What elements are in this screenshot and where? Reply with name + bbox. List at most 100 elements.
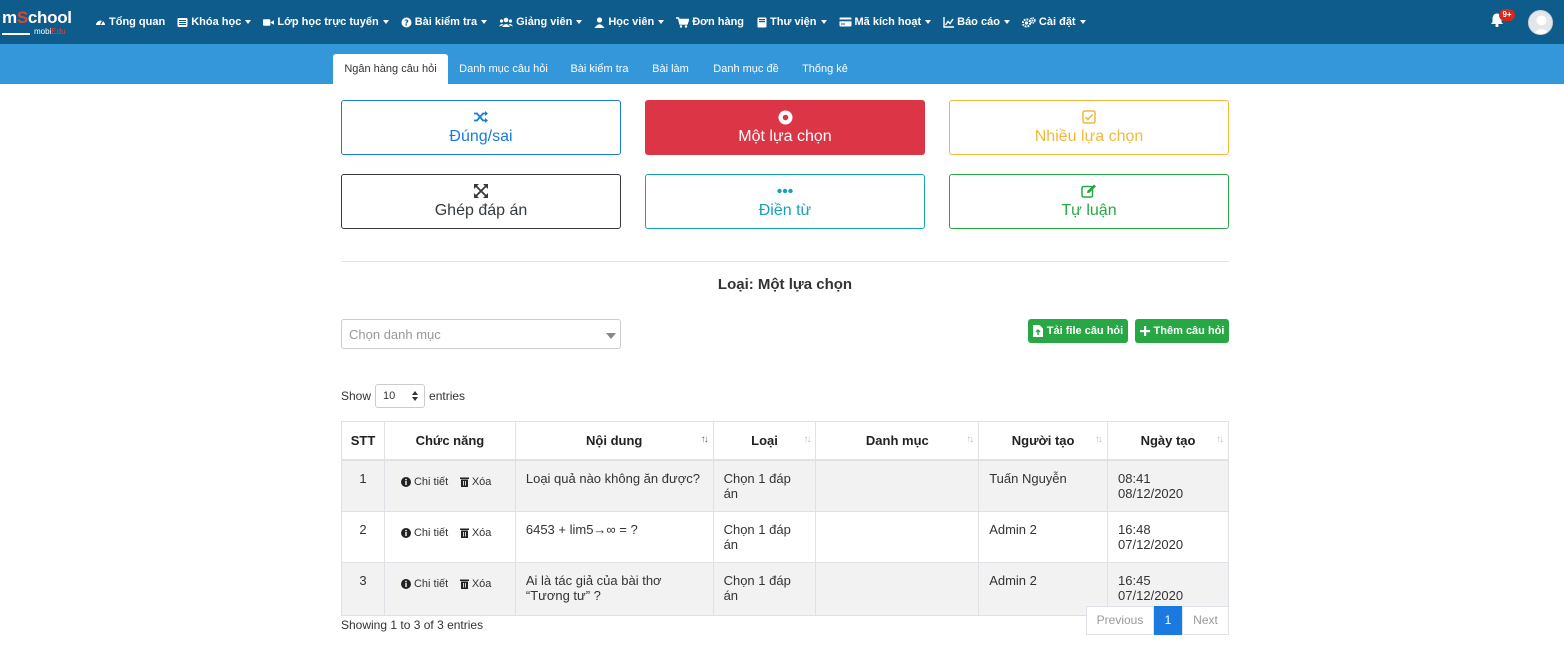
logo-part-m: m xyxy=(2,8,17,27)
menu-label: Lớp học trực tuyến xyxy=(277,16,379,28)
next-page-button[interactable]: Next xyxy=(1182,606,1229,635)
chart-icon xyxy=(943,16,955,28)
menu-label: Giảng viên xyxy=(516,16,573,28)
menu-item-tong-quan[interactable]: Tổng quan xyxy=(95,16,165,28)
sort-icon: ↑↓ xyxy=(966,434,974,445)
type-button-dung-sai[interactable]: Đúng/sai xyxy=(341,100,621,155)
table-length-control: Show 10 entries xyxy=(341,384,465,408)
svg-text:?: ? xyxy=(404,18,409,27)
column-header-nguoi-tao[interactable]: Người tạo ↑↓ xyxy=(978,421,1109,461)
avatar[interactable] xyxy=(1528,10,1553,35)
header-label: Danh mục xyxy=(865,432,929,448)
header-label: Chức năng xyxy=(415,432,485,448)
tab-ngan-hang-cau-hoi[interactable]: Ngân hàng câu hỏi xyxy=(333,54,448,84)
video-icon xyxy=(263,17,275,28)
delete-button[interactable]: Xóa xyxy=(459,578,491,590)
upload-button-label: Tải file câu hỏi xyxy=(1046,325,1124,337)
column-header-ngay-tao[interactable]: Ngày tạo ↑↓ xyxy=(1107,421,1229,461)
detail-label: Chi tiết xyxy=(413,475,449,488)
upload-question-file-button[interactable]: Tải file câu hỏi xyxy=(1028,319,1128,343)
length-prefix: Show xyxy=(341,389,372,403)
logo-sub-edu: Edu xyxy=(51,27,66,36)
chevron-down-icon xyxy=(820,20,827,24)
column-header-danh-muc[interactable]: Danh mục ↑↓ xyxy=(815,421,980,461)
column-header-loai[interactable]: Loại ↑↓ xyxy=(712,421,817,461)
header-label: Ngày tạo xyxy=(1140,432,1196,448)
column-header-noi-dung[interactable]: Nội dung ↑↓ xyxy=(514,421,714,461)
logo-text: mSchool xyxy=(2,8,72,28)
chevron-down-icon xyxy=(382,20,389,24)
type-button-label: Đúng/sai xyxy=(449,128,513,145)
add-question-button[interactable]: Thêm câu hỏi xyxy=(1135,319,1229,343)
tab-bai-lam[interactable]: Bài làm xyxy=(644,54,697,84)
type-button-label: Tự luận xyxy=(1061,202,1117,219)
detail-button[interactable]: Chi tiết xyxy=(400,577,449,590)
chevron-down-icon xyxy=(481,20,488,24)
info-icon xyxy=(400,578,411,589)
add-button-label: Thêm câu hỏi xyxy=(1153,325,1225,337)
tab-bai-kiem-tra[interactable]: Bài kiểm tra xyxy=(562,54,637,84)
notification-badge: 9+ xyxy=(1499,9,1515,21)
delete-label: Xóa xyxy=(471,475,492,488)
tab-thong-ke[interactable]: Thống kê xyxy=(794,54,856,84)
menu-item-khoa-hoc[interactable]: Khóa học xyxy=(177,16,252,28)
book-icon xyxy=(756,17,767,28)
chevron-down-icon xyxy=(925,20,932,24)
type-button-ghep-dap-an[interactable]: Ghép đáp án xyxy=(341,174,621,229)
cell-stt: 2 xyxy=(341,510,385,563)
question-icon: ? xyxy=(401,17,412,28)
expand-icon xyxy=(473,183,489,199)
menu-item-lop-hoc-truc-tuyen[interactable]: Lớp học trực tuyến xyxy=(263,16,389,28)
menu-item-bao-cao[interactable]: Báo cáo xyxy=(943,16,1010,28)
page-button-current[interactable]: 1 xyxy=(1154,606,1182,635)
users-icon xyxy=(499,17,514,28)
detail-button[interactable]: Chi tiết xyxy=(400,527,448,539)
delete-button[interactable]: Xóa xyxy=(459,527,491,539)
menu-label: Học viên xyxy=(608,16,655,28)
category-select[interactable]: Chọn danh mục xyxy=(341,319,621,349)
cell-actions: Chi tiết Xóa xyxy=(383,459,516,512)
detail-button[interactable]: Chi tiết xyxy=(400,475,449,488)
file-upload-icon xyxy=(1032,325,1043,337)
cell-category xyxy=(815,459,980,512)
previous-page-button[interactable]: Previous xyxy=(1086,606,1154,635)
sub-navbar: Ngân hàng câu hỏi Danh mục câu hỏi Bài k… xyxy=(0,44,1564,84)
logo-underline xyxy=(2,33,30,35)
trash-icon xyxy=(459,579,469,589)
menu-label: Mã kích hoạt xyxy=(854,16,922,28)
type-button-mot-lua-chon[interactable]: Một lựa chọn xyxy=(645,100,925,155)
menu-label: Cài đặt xyxy=(1038,16,1076,28)
column-header-stt[interactable]: STT xyxy=(341,421,385,461)
type-button-tu-luan[interactable]: Tự luận xyxy=(949,174,1229,229)
menu-item-hoc-vien[interactable]: Học viên xyxy=(594,16,665,28)
menu-label: Bài kiểm tra xyxy=(414,16,478,28)
cell-category xyxy=(815,510,980,563)
tab-danh-muc-de[interactable]: Danh mục đề xyxy=(705,54,787,84)
page-length-select[interactable]: 10 xyxy=(375,384,426,408)
delete-button[interactable]: Xóa xyxy=(459,475,492,488)
sort-icon: ↑↓ xyxy=(700,434,709,445)
chevron-down-icon xyxy=(245,20,252,24)
column-header-chuc-nang[interactable]: Chức năng xyxy=(383,421,516,461)
menu-label: Khóa học xyxy=(191,16,242,28)
top-navbar: mSchool mobiEdu Tổng quan Khóa học Lớp h… xyxy=(0,0,1564,44)
brand-logo[interactable]: mSchool mobiEdu xyxy=(0,6,80,38)
cart-icon xyxy=(676,16,690,28)
dot-circle-icon xyxy=(777,109,793,125)
type-button-nhieu-lua-chon[interactable]: Nhiều lựa chọn xyxy=(949,100,1229,155)
menu-item-cai-dat[interactable]: Cài đặt xyxy=(1021,16,1086,28)
cell-actions: Chi tiết Xóa xyxy=(383,561,516,616)
menu-item-thu-vien[interactable]: Thư viện xyxy=(756,16,827,28)
trash-icon xyxy=(459,528,469,538)
type-button-label: Một lựa chọn xyxy=(738,128,832,145)
menu-item-ma-kich-hoat[interactable]: Mã kích hoạt xyxy=(839,16,932,28)
type-button-dien-tu[interactable]: Điền từ xyxy=(645,174,925,229)
menu-item-don-hang[interactable]: Đơn hàng xyxy=(676,16,744,28)
detail-label: Chi tiết xyxy=(413,577,449,590)
menu-item-bai-kiem-tra[interactable]: ? Bài kiểm tra xyxy=(401,16,488,28)
table-row: 1 Chi tiết Xóa Loại quả nào không ăn đượ… xyxy=(341,459,1229,512)
table-header-row: STT Chức năng Nội dung ↑↓ Loại ↑↓ Danh mục… xyxy=(341,421,1229,461)
menu-item-giang-vien[interactable]: Giảng viên xyxy=(499,16,583,28)
tab-danh-muc-cau-hoi[interactable]: Danh mục câu hỏi xyxy=(452,54,555,84)
header-label: Nội dung xyxy=(586,432,643,448)
